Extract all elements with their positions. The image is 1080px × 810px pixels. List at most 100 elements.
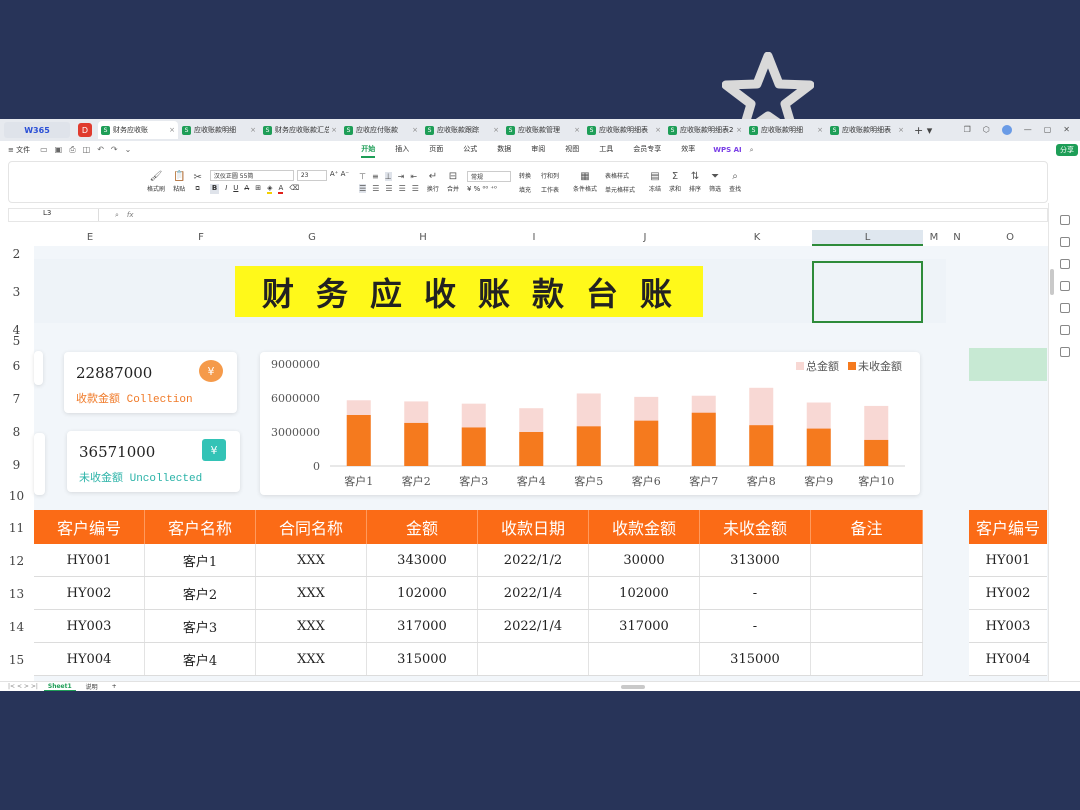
strike-icon[interactable]: A xyxy=(244,184,249,194)
select-icon[interactable] xyxy=(1059,215,1070,225)
table-cell[interactable]: 客户3 xyxy=(145,610,256,642)
doc-tab[interactable]: S 应收账款明细表 × xyxy=(827,121,907,139)
table-cell[interactable]: 102000 xyxy=(367,577,478,609)
table-cell[interactable] xyxy=(811,643,923,675)
row-header[interactable]: 7 xyxy=(0,392,33,406)
menu-tab[interactable]: 工具 xyxy=(599,142,613,158)
column-header[interactable]: G xyxy=(302,232,322,243)
row-header[interactable]: 12 xyxy=(0,554,33,568)
sort-group[interactable]: ⇅ 排序 xyxy=(689,171,701,193)
row-header[interactable]: 6 xyxy=(0,359,33,373)
table-cell[interactable]: 313000 xyxy=(700,544,811,576)
column-header[interactable]: L xyxy=(812,230,923,246)
table-cell[interactable]: 30000 xyxy=(589,544,700,576)
wps-ai-button[interactable]: WPS AI xyxy=(713,146,741,154)
right-table-cell[interactable]: HY004 xyxy=(969,643,1047,675)
menu-tab[interactable]: 数据 xyxy=(497,142,511,158)
column-header[interactable]: M xyxy=(924,232,944,243)
cell-style-button[interactable]: 单元格样式 xyxy=(605,185,635,194)
avatar[interactable] xyxy=(1001,125,1012,135)
shape-icon[interactable] xyxy=(1059,325,1070,335)
fx-icon[interactable]: fx xyxy=(127,211,134,219)
column-header[interactable]: F xyxy=(191,232,211,243)
table-cell[interactable]: 315000 xyxy=(367,643,478,675)
doc-tab[interactable]: S 应收账款明细表2 × xyxy=(665,121,745,139)
minimize-icon[interactable]: — xyxy=(1024,125,1032,135)
redo-icon[interactable]: ↷ xyxy=(111,145,118,155)
column-header[interactable]: H xyxy=(413,232,433,243)
selected-cell-l3[interactable] xyxy=(812,261,923,323)
row-header[interactable]: 8 xyxy=(0,425,33,439)
align-middle-icon[interactable]: ≡ xyxy=(372,172,379,181)
table-cell[interactable]: 2022/1/4 xyxy=(478,610,589,642)
sheet-tab-notes[interactable]: 说明 xyxy=(82,682,102,691)
filter-group[interactable]: ⏷ 筛选 xyxy=(709,171,721,193)
table-cell[interactable] xyxy=(811,610,923,642)
doc-tab[interactable]: S 应收应付账款 × xyxy=(341,121,421,139)
table-style-button[interactable]: 表格样式 xyxy=(605,171,635,180)
table-cell[interactable] xyxy=(811,544,923,576)
tools-icon[interactable] xyxy=(1059,303,1070,313)
right-table-cell[interactable]: HY002 xyxy=(969,577,1047,609)
sheet-tab-sheet1[interactable]: Sheet1 xyxy=(43,683,76,691)
find-group[interactable]: ⌕ 查找 xyxy=(729,171,741,193)
outdent-icon[interactable]: ⇤ xyxy=(410,172,417,181)
cut-copy-group[interactable]: ✂ ⧉ xyxy=(193,172,201,193)
file-menu[interactable]: ≡ 文件 xyxy=(8,145,30,155)
save-icon[interactable]: ▣ xyxy=(55,145,63,155)
bold-icon[interactable]: B xyxy=(209,184,220,194)
open-icon[interactable]: ▭ xyxy=(40,145,48,155)
close-tab-icon[interactable]: × xyxy=(331,126,337,134)
format-painter-group[interactable]: 🖌 格式刷 xyxy=(147,171,165,193)
table-cell[interactable]: 2022/1/4 xyxy=(478,577,589,609)
menu-tab[interactable]: 开始 xyxy=(361,142,376,158)
align-center-icon[interactable]: ☰ xyxy=(372,184,379,193)
menu-tab[interactable]: 会员专享 xyxy=(633,142,661,158)
row-header[interactable]: 5 xyxy=(0,334,33,348)
distribute-icon[interactable]: ☰ xyxy=(412,184,419,193)
table-cell[interactable]: 客户1 xyxy=(145,544,256,576)
table-cell[interactable] xyxy=(589,643,700,675)
doc-tab[interactable]: S 应收账款跟踪 × xyxy=(422,121,502,139)
close-tab-icon[interactable]: × xyxy=(412,126,418,134)
fill-button[interactable]: 填充 xyxy=(519,185,531,194)
maximize-icon[interactable]: ▢ xyxy=(1044,125,1052,135)
align-top-icon[interactable]: ⊤ xyxy=(359,172,366,181)
close-icon[interactable]: ✕ xyxy=(1063,125,1070,135)
table-cell[interactable]: 2022/1/2 xyxy=(478,544,589,576)
sheet-nav-icon[interactable]: |< < > >| xyxy=(8,683,38,690)
menu-tab[interactable]: 插入 xyxy=(395,142,409,158)
table-cell[interactable]: HY004 xyxy=(34,643,145,675)
right-table-cell[interactable]: HY001 xyxy=(969,544,1047,576)
row-header[interactable]: 9 xyxy=(0,458,33,472)
table-cell[interactable] xyxy=(811,577,923,609)
right-table-cell[interactable]: HY003 xyxy=(969,610,1047,642)
print-icon[interactable]: ⎙ xyxy=(69,145,75,155)
undo-icon[interactable]: ↶ xyxy=(97,145,104,155)
table-cell[interactable]: 317000 xyxy=(367,610,478,642)
table-cell[interactable]: 102000 xyxy=(589,577,700,609)
fill-color-icon[interactable]: ◈ xyxy=(267,184,273,194)
table-cell[interactable]: HY001 xyxy=(34,544,145,576)
column-header[interactable]: I xyxy=(524,232,544,243)
column-header[interactable]: E xyxy=(80,232,100,243)
close-tab-icon[interactable]: × xyxy=(493,126,499,134)
zoom-icon[interactable]: ⌕ xyxy=(115,211,119,220)
clear-icon[interactable]: ⌫ xyxy=(289,184,299,194)
menu-tab[interactable]: 页面 xyxy=(429,142,443,158)
border-icon[interactable]: ⊞ xyxy=(255,184,261,194)
property-icon[interactable] xyxy=(1059,281,1070,291)
cube-icon[interactable]: ⬡ xyxy=(983,125,990,135)
align-left-icon[interactable]: ☰ xyxy=(359,183,367,193)
menu-tab[interactable]: 效率 xyxy=(681,142,695,158)
table-cell[interactable]: 客户4 xyxy=(145,643,256,675)
table-cell[interactable]: HY003 xyxy=(34,610,145,642)
docer-icon[interactable]: D xyxy=(78,123,92,137)
cond-format-group[interactable]: ▦ 条件格式 xyxy=(573,171,597,193)
new-tab-button[interactable]: + ▾ xyxy=(914,124,932,137)
doc-tab[interactable]: S 应收账款明细 × xyxy=(746,121,826,139)
close-tab-icon[interactable]: × xyxy=(250,126,256,134)
column-header[interactable]: K xyxy=(747,232,767,243)
table-cell[interactable] xyxy=(478,643,589,675)
close-tab-icon[interactable]: × xyxy=(736,126,742,134)
